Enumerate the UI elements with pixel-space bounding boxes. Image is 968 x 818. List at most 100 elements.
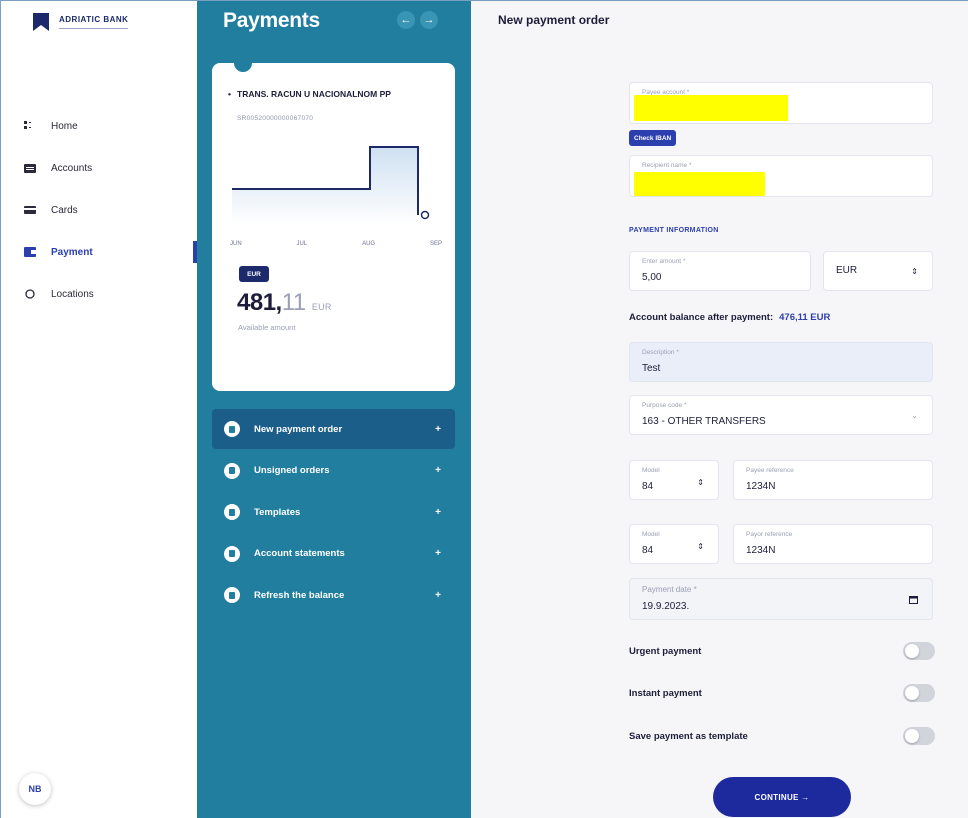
payments-menu: New payment order + Unsigned orders + Te… <box>212 409 455 617</box>
menu-item-label: Unsigned orders <box>254 465 330 476</box>
balance-integer: 481, <box>237 289 282 316</box>
month-label: AUG <box>362 241 376 247</box>
payments-panel: Payments ← → TRANS. RACUN U NACIONALNOM … <box>197 1 471 818</box>
field-label: Payor reference <box>746 531 793 538</box>
brand[interactable]: ADRIATIC BANK <box>33 13 129 31</box>
plus-icon: + <box>435 423 441 435</box>
account-card[interactable]: TRANS. RACUN U NACIONALNOM PP SR00520000… <box>212 62 455 391</box>
nav-item-home[interactable]: Home <box>23 105 197 147</box>
app-window: ADRIATIC BANK Home Accounts Cards Paymen… <box>0 0 968 818</box>
check-iban-button[interactable]: Check IBAN <box>629 130 677 146</box>
menu-templates[interactable]: Templates + <box>212 492 455 532</box>
section-payment-information: PAYMENT INFORMATION <box>629 227 719 234</box>
instant-payment-toggle[interactable] <box>903 684 935 702</box>
balance-after-label: Account balance after payment: <box>629 312 774 323</box>
home-icon <box>23 119 37 133</box>
urgent-payment-toggle[interactable] <box>903 642 935 660</box>
model-select-payor[interactable]: Model 84 ⇕ <box>629 524 719 564</box>
account-name: TRANS. RACUN U NACIONALNOM PP <box>228 89 397 99</box>
field-label: Model <box>642 531 660 538</box>
month-label: JUL <box>296 241 308 247</box>
nav-item-locations[interactable]: Locations <box>23 273 197 315</box>
chart-area <box>232 147 418 225</box>
menu-refresh-balance[interactable]: Refresh the balance + <box>212 575 455 615</box>
payee-reference-field[interactable]: Payee reference 1234N <box>733 460 933 500</box>
toggle-label: Instant payment <box>629 687 702 699</box>
menu-item-label: Account statements <box>254 548 345 559</box>
menu-account-statements[interactable]: Account statements + <box>212 534 455 574</box>
field-label: Enter amount * <box>642 258 686 265</box>
arrow-right-icon[interactable]: → <box>420 11 438 29</box>
plus-icon: + <box>435 548 441 559</box>
toggle-label: Save payment as template <box>629 730 748 742</box>
nav-item-label: Cards <box>51 204 78 216</box>
available-amount-label: Available amount <box>238 323 296 332</box>
payor-reference-field[interactable]: Payor reference 1234N <box>733 524 933 564</box>
card-icon <box>23 203 37 217</box>
avatar[interactable]: NB <box>19 773 51 805</box>
menu-unsigned-orders[interactable]: Unsigned orders + <box>212 451 455 491</box>
description-field[interactable]: Description * Test <box>629 342 933 382</box>
amount-field[interactable]: Enter amount * 5,00 <box>629 251 811 291</box>
balance-currency: EUR <box>311 302 332 312</box>
field-label: Model <box>642 467 660 474</box>
calendar-icon[interactable] <box>909 595 918 606</box>
payment-date-field[interactable]: Payment date * 19.9.2023. <box>629 578 933 620</box>
recipient-name-field[interactable]: Recipient name * <box>629 155 933 197</box>
continue-button[interactable]: CONTINUE → <box>713 777 851 817</box>
payment-form-area: New payment order Payee account * Check … <box>471 1 968 818</box>
payment-icon <box>23 245 37 259</box>
urgent-payment-row: Urgent payment <box>629 642 935 660</box>
arrow-left-icon[interactable]: ← <box>397 11 415 29</box>
nav-item-payment[interactable]: Payment <box>23 231 197 273</box>
nav-item-label: Home <box>51 120 78 132</box>
menu-item-label: Refresh the balance <box>254 589 345 601</box>
chart-end-point <box>420 210 430 220</box>
brand-name: ADRIATIC BANK <box>59 15 129 29</box>
month-label: SEP <box>429 241 442 247</box>
nav-item-accounts[interactable]: Accounts <box>23 147 197 189</box>
refresh-icon <box>224 587 240 603</box>
document-icon <box>224 421 240 437</box>
updown-icon: ⇕ <box>697 478 704 487</box>
card-notch <box>234 62 252 72</box>
model-select-payee[interactable]: Model 84 ⇕ <box>629 460 719 500</box>
payee-account-field[interactable]: Payee account * <box>629 82 933 124</box>
field-label: Description * <box>642 349 679 356</box>
currency-badge: EUR <box>239 266 269 282</box>
field-value: 163 - OTHER TRANSFERS <box>642 416 766 427</box>
currency-select[interactable]: EUR ⇕ <box>823 251 933 291</box>
field-value: Test <box>642 363 661 374</box>
menu-item-label: Templates <box>254 506 301 518</box>
field-value: 19.9.2023. <box>642 601 690 612</box>
balance-after-value: 476,11 EUR <box>779 312 831 323</box>
balance-history-chart <box>232 146 430 225</box>
field-value: 84 <box>642 481 654 492</box>
panel-title: Payments <box>223 9 320 32</box>
purpose-code-select[interactable]: Purpose code * 163 - OTHER TRANSFERS ⌄ <box>629 395 933 435</box>
field-value: EUR <box>836 265 858 276</box>
field-value: 1234N <box>746 481 776 492</box>
toggle-label: Urgent payment <box>629 645 702 657</box>
balance-decimal: 11 <box>281 289 306 316</box>
statement-icon <box>224 545 240 562</box>
save-template-row: Save payment as template <box>629 727 935 745</box>
save-template-toggle[interactable] <box>903 727 935 745</box>
field-label: Payment date * <box>642 585 697 594</box>
main-sidebar: ADRIATIC BANK Home Accounts Cards Paymen… <box>1 1 197 818</box>
account-switcher: ← → <box>397 11 438 29</box>
document-icon <box>224 462 240 479</box>
redacted-recipient-name <box>634 172 765 196</box>
instant-payment-row: Instant payment <box>629 684 935 702</box>
field-label: Payee reference <box>746 467 794 474</box>
bank-logo-icon <box>33 13 49 31</box>
updown-icon: ⇕ <box>697 542 704 551</box>
account-iban: SR00520000000067070 <box>237 115 314 122</box>
menu-new-payment-order[interactable]: New payment order + <box>212 409 455 449</box>
nav-item-label: Payment <box>51 246 93 258</box>
field-label: Purpose code * <box>642 402 687 409</box>
chevron-down-icon: ⌄ <box>911 411 918 420</box>
nav-item-label: Accounts <box>51 162 93 174</box>
field-label: Recipient name * <box>642 162 692 169</box>
nav-item-cards[interactable]: Cards <box>23 189 197 231</box>
